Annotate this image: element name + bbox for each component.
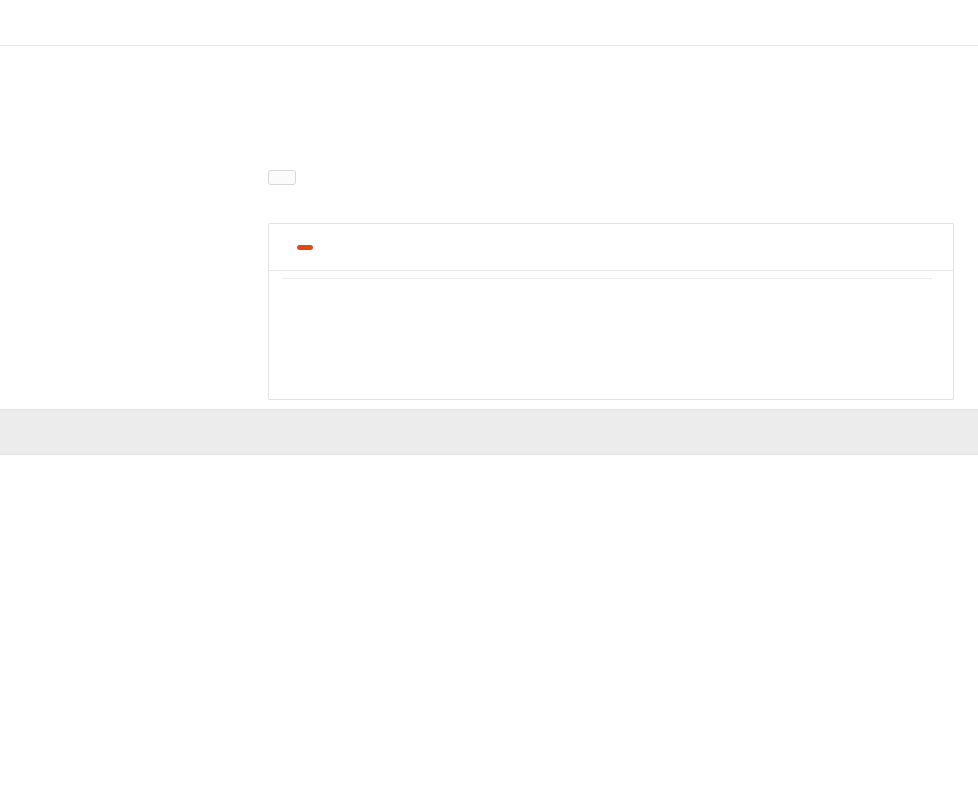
- font-icon-list-column: [38, 227, 238, 257]
- default-packages-header: [0, 409, 978, 455]
- icon-grid-scroll-area[interactable]: [283, 278, 934, 388]
- icon-fonts-manager-area: [0, 46, 978, 409]
- icon-count-badge: [297, 244, 313, 250]
- icon-grid: [283, 278, 932, 279]
- icon-panel-header: [269, 224, 953, 271]
- font-icon-list-description: [38, 237, 238, 257]
- theme-default-icons-panel: [268, 223, 954, 400]
- page-header: [0, 0, 978, 46]
- upload-new-icons-button[interactable]: [268, 170, 296, 185]
